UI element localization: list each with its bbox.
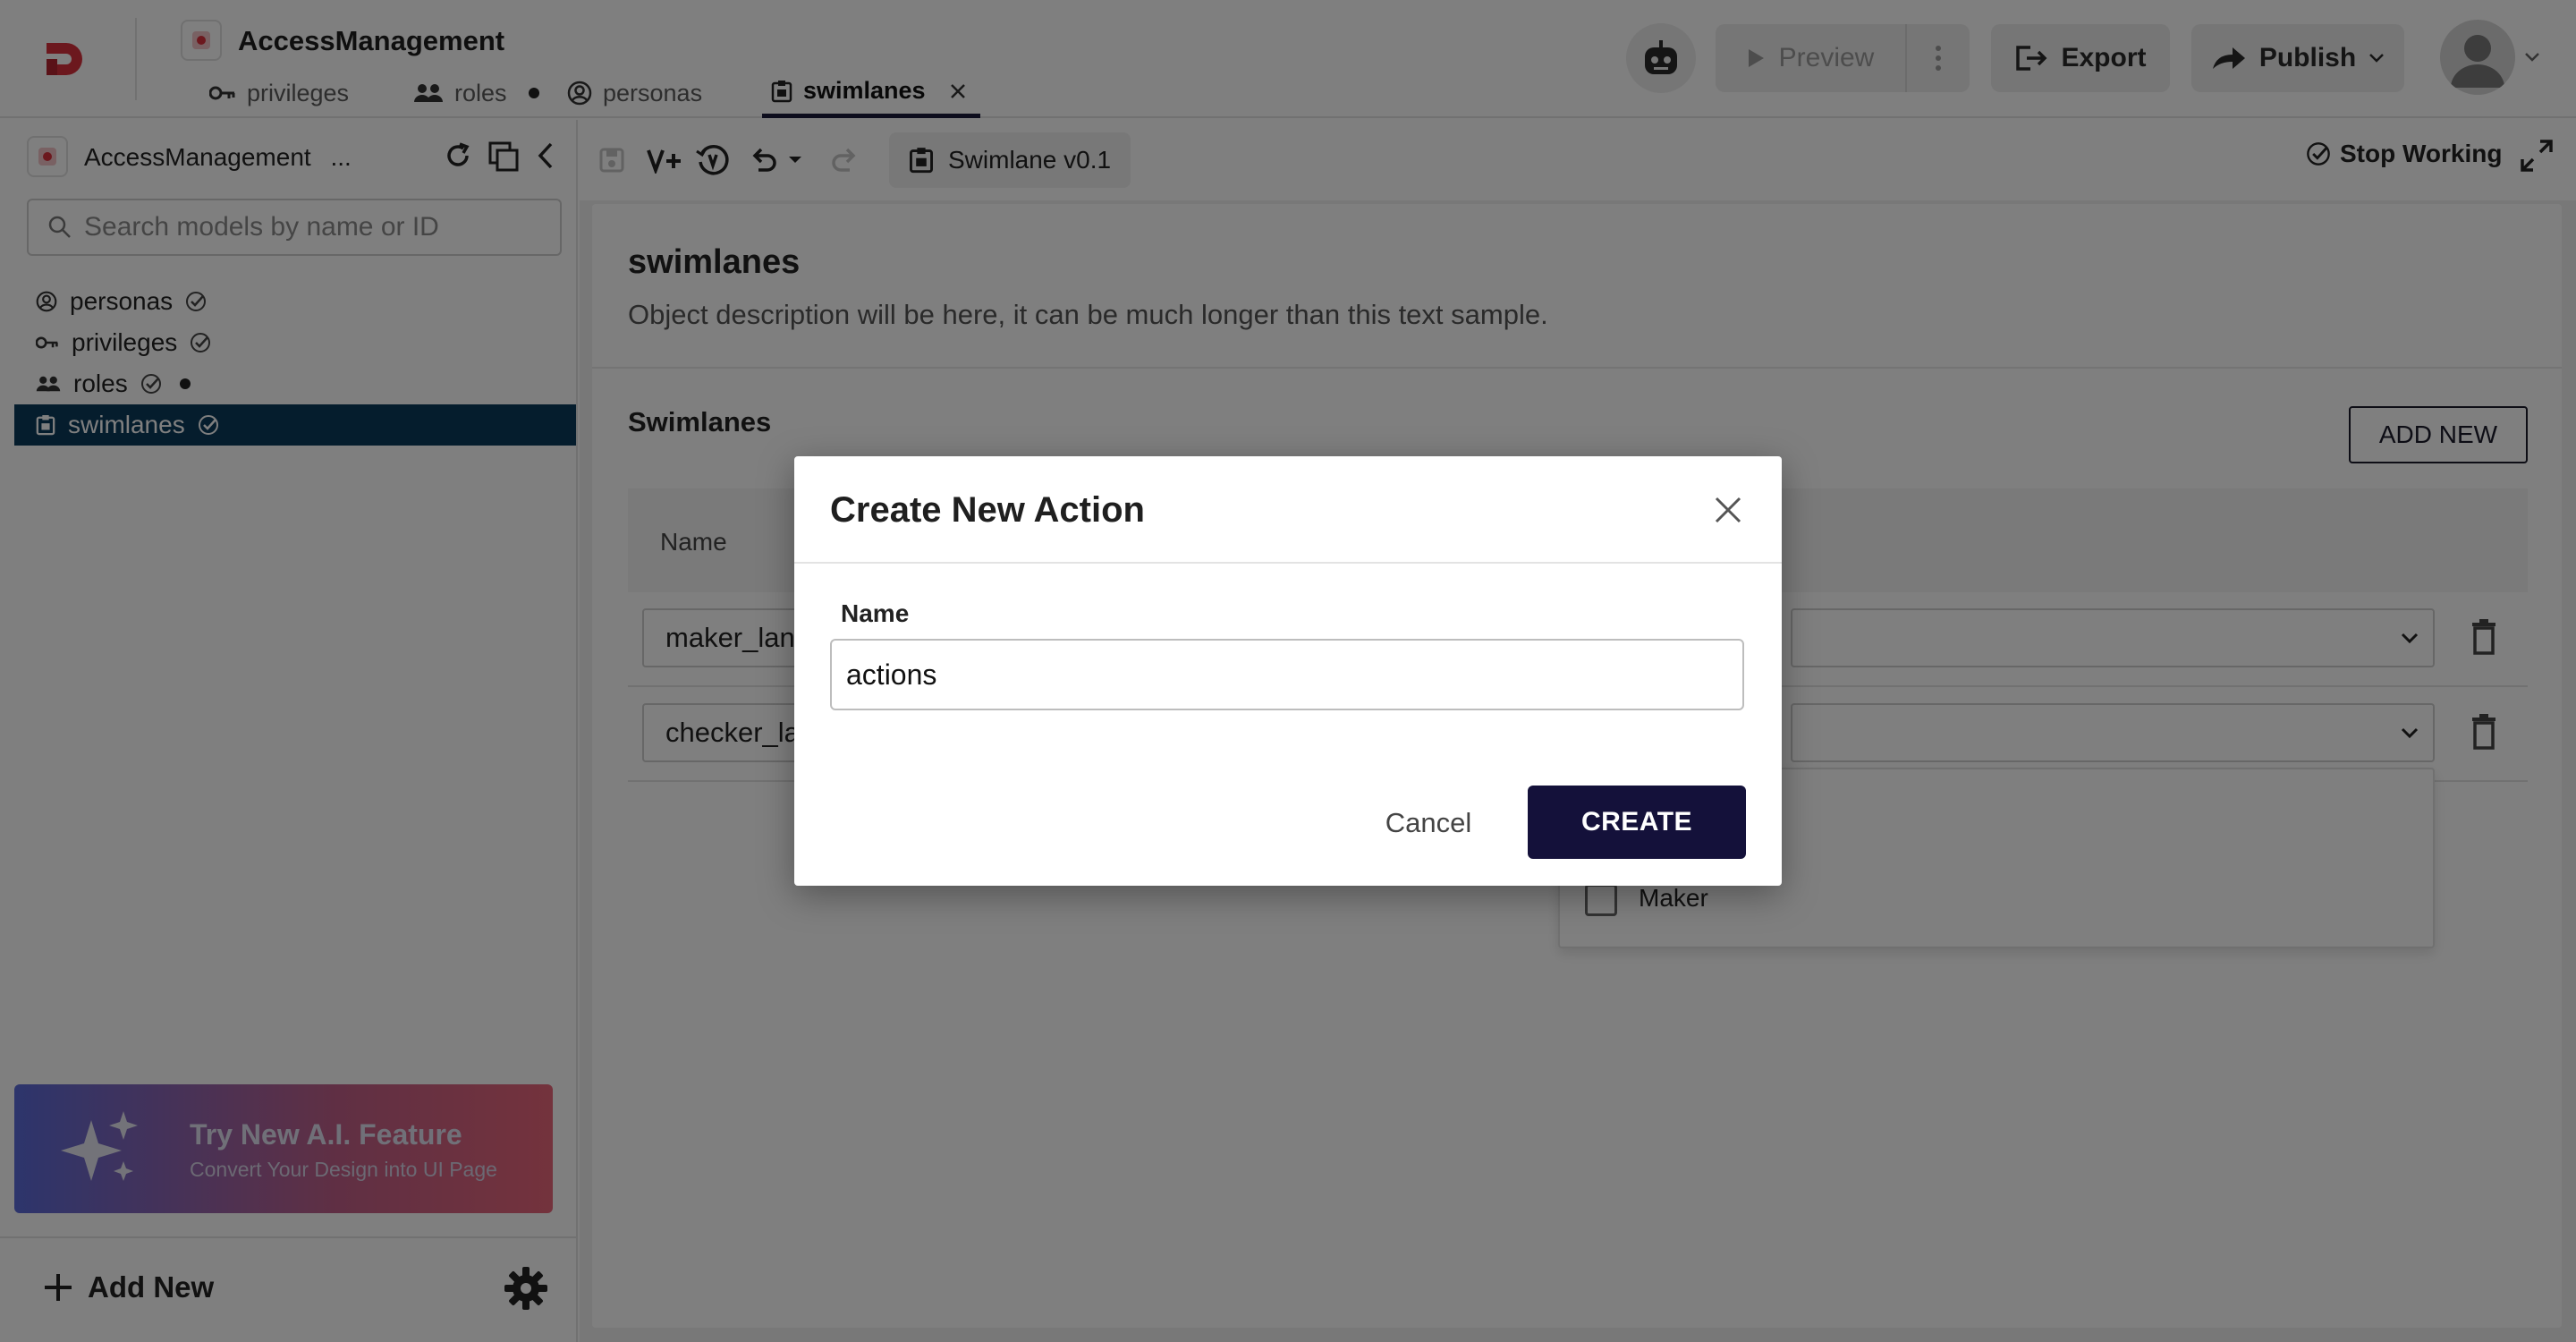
cancel-button[interactable]: Cancel [1340,787,1517,859]
create-button[interactable]: CREATE [1528,786,1746,859]
dialog-title: Create New Action [830,490,1145,530]
create-action-dialog: Create New Action Name Cancel CREATE [794,456,1782,886]
name-field-label: Name [841,599,910,627]
close-icon[interactable] [1714,496,1742,524]
action-name-input[interactable] [830,639,1744,710]
divider [794,562,1782,564]
